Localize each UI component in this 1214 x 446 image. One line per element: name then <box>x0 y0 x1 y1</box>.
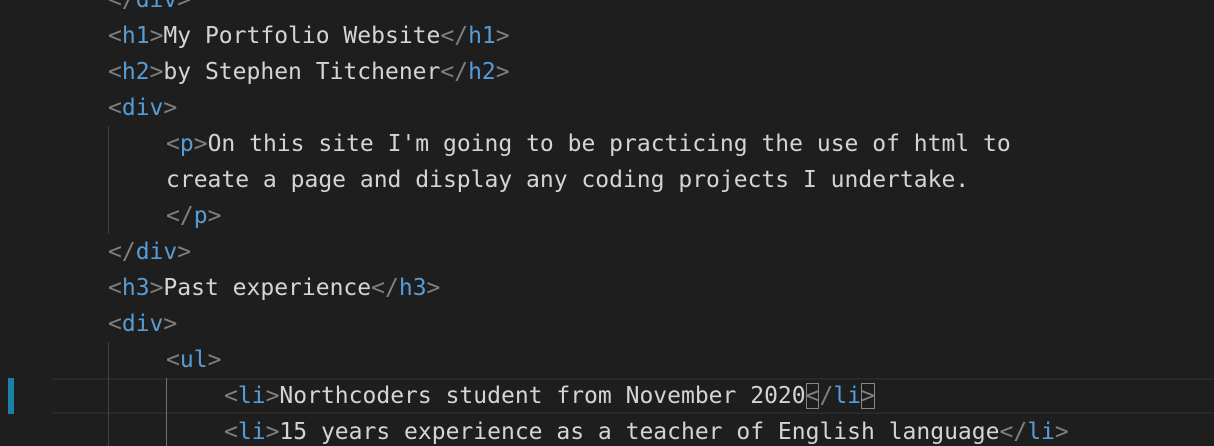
line-text: create a page and display any coding pro… <box>166 167 970 193</box>
tag-name: li <box>1027 419 1055 445</box>
tag-name: h3 <box>398 275 427 301</box>
git-modified-indicator <box>8 378 14 414</box>
bracket-match-close: > <box>861 383 875 409</box>
code-line[interactable]: <div> <box>108 306 177 342</box>
line-text: 15 years experience as a teacher of Engl… <box>279 419 1000 445</box>
tag-name: div <box>135 0 178 13</box>
indent-guide-active <box>166 378 167 446</box>
tag-name: div <box>135 239 178 265</box>
indent-guide <box>108 342 109 446</box>
code-line[interactable]: <h2>by Stephen Titchener</h2> <box>108 54 510 90</box>
tag-name: li <box>237 419 266 445</box>
tag-name: h1 <box>121 23 150 49</box>
indent-guide <box>108 126 109 234</box>
tag-name: li <box>237 383 266 409</box>
tag-name: h2 <box>121 59 150 85</box>
code-line[interactable]: <h3>Past experience</h3> <box>108 270 440 306</box>
line-text: My Portfolio Website <box>163 23 441 49</box>
code-line[interactable]: </div> <box>108 234 191 270</box>
code-line[interactable]: </div> <box>108 0 191 18</box>
code-line[interactable]: <h1>My Portfolio Website</h1> <box>108 18 510 54</box>
code-line[interactable]: </p> <box>166 198 221 234</box>
tag-name: div <box>121 311 164 337</box>
tag-name: p <box>193 203 208 229</box>
bracket-match-open: < <box>805 383 820 409</box>
tag-name: h1 <box>468 23 496 49</box>
tag-name: li <box>833 383 862 409</box>
tag-name: h2 <box>468 59 496 85</box>
line-text: by Stephen Titchener <box>163 59 441 85</box>
tag-name: p <box>179 131 194 157</box>
tag-name: h3 <box>121 275 150 301</box>
line-text: Northcoders student from November 2020 <box>279 383 806 409</box>
code-line[interactable]: <div> <box>108 90 177 126</box>
tag-name: ul <box>179 347 208 373</box>
tag-name: div <box>121 95 164 121</box>
line-text: Past experience <box>163 275 372 301</box>
code-line[interactable]: <ul> <box>166 342 221 378</box>
code-line[interactable]: <p>On this site I'm going to be practici… <box>166 126 1011 162</box>
code-line[interactable]: create a page and display any coding pro… <box>166 162 969 198</box>
code-editor[interactable]: </div> <h1>My Portfolio Website</h1> <h2… <box>0 0 1214 446</box>
code-line-current[interactable]: <li>Northcoders student from November 20… <box>224 378 875 414</box>
code-line[interactable]: <li>15 years experience as a teacher of … <box>224 414 1069 446</box>
line-text: On this site I'm going to be practicing … <box>207 131 1011 157</box>
